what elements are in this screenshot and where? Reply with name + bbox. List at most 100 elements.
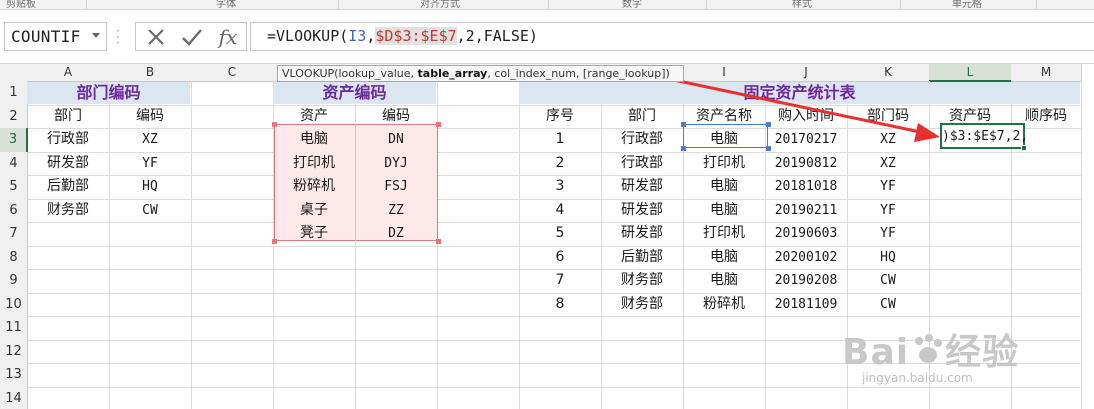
asset-table-cell[interactable]: FSJ [355, 175, 438, 200]
grid-cell[interactable] [191, 316, 274, 341]
grid-cell[interactable] [273, 292, 356, 317]
dept-table-header[interactable]: 部门 [27, 105, 110, 130]
stats-table-cell[interactable]: 6 [519, 246, 602, 271]
stats-table-cell[interactable]: XZ [847, 128, 930, 153]
asset-table-cell[interactable]: 打印机 [273, 152, 356, 177]
row-header-9[interactable]: 9 [0, 269, 28, 294]
grid-cell[interactable] [109, 245, 192, 270]
selection-handle[interactable] [681, 146, 686, 151]
dept-table-cell[interactable]: 财务部 [27, 199, 110, 224]
grid-cell[interactable] [27, 222, 110, 247]
grid-cell[interactable] [519, 316, 602, 341]
asset-table-cell[interactable]: 电脑 [273, 128, 356, 153]
select-all-corner[interactable] [0, 64, 28, 82]
stats-table-cell[interactable]: 打印机 [683, 152, 766, 177]
stats-table-cell[interactable]: YF [847, 175, 930, 200]
dept-table-cell[interactable]: 行政部 [27, 128, 110, 153]
stats-table-cell[interactable]: XZ [847, 152, 930, 177]
grid-cell[interactable] [191, 245, 274, 270]
grid-cell[interactable] [27, 292, 110, 317]
grid-cell[interactable] [601, 363, 684, 388]
grid-cell[interactable] [1011, 269, 1082, 294]
dept-table-title[interactable]: 部门编码 [27, 82, 190, 104]
grid-cell[interactable] [929, 198, 1012, 223]
stats-table-cell[interactable]: 研发部 [601, 175, 684, 200]
grid-cell[interactable] [273, 269, 356, 294]
grid-cell[interactable] [191, 339, 274, 364]
stats-table-cell[interactable]: 研发部 [601, 222, 684, 247]
row-header-5[interactable]: 5 [0, 175, 28, 200]
grid-cell[interactable] [437, 222, 520, 247]
column-header-m[interactable]: M [1011, 64, 1082, 82]
grid-cell[interactable] [1011, 198, 1082, 223]
column-header-b[interactable]: B [109, 64, 192, 82]
stats-table-cell[interactable]: HQ [847, 246, 930, 271]
row-header-10[interactable]: 10 [0, 292, 28, 317]
stats-table-header[interactable]: 序号 [519, 105, 602, 130]
grid-cell[interactable] [191, 198, 274, 223]
stats-table-cell[interactable]: YF [847, 199, 930, 224]
grid-cell[interactable] [1011, 222, 1082, 247]
column-header-l[interactable]: L [929, 64, 1012, 82]
asset-table-cell[interactable]: 粉碎机 [273, 175, 356, 200]
row-header-4[interactable]: 4 [0, 151, 28, 176]
grid-cell[interactable] [929, 292, 1012, 317]
stats-table-cell[interactable]: 20200102 [765, 246, 848, 271]
grid-cell[interactable] [109, 316, 192, 341]
grid-cell[interactable] [437, 151, 520, 176]
grid-cell[interactable] [355, 269, 438, 294]
grid-cell[interactable] [1011, 292, 1082, 317]
stats-table-cell[interactable]: 财务部 [601, 269, 684, 294]
grid-cell[interactable] [437, 292, 520, 317]
stats-table-cell[interactable]: YF [847, 222, 930, 247]
grid-cell[interactable] [191, 386, 274, 409]
grid-cell[interactable] [683, 363, 766, 388]
stats-table-cell[interactable]: 研发部 [601, 199, 684, 224]
grid-cell[interactable] [929, 269, 1012, 294]
grid-cell[interactable] [683, 386, 766, 409]
asset-table-title[interactable]: 资产编码 [273, 82, 436, 104]
stats-table-title[interactable]: 固定资产统计表 [519, 82, 1080, 104]
grid-cell[interactable] [273, 316, 356, 341]
cancel-button[interactable] [138, 23, 174, 50]
asset-table-cell[interactable]: ZZ [355, 199, 438, 224]
grid-cell[interactable] [355, 386, 438, 409]
stats-table-cell[interactable]: 20181109 [765, 293, 848, 318]
stats-table-cell[interactable]: 2 [519, 152, 602, 177]
formula-input[interactable]: =VLOOKUP(I3,$D$3:$E$7,2,FALSE) [250, 22, 1094, 51]
grid-cell[interactable] [355, 363, 438, 388]
row-header-1[interactable]: 1 [0, 81, 28, 106]
grid-cell[interactable] [765, 386, 848, 409]
grid-cell[interactable] [437, 198, 520, 223]
grid-cell[interactable] [191, 81, 274, 106]
insert-function-button[interactable]: fx [210, 23, 246, 50]
grid-cell[interactable] [437, 175, 520, 200]
stats-table-cell[interactable]: 电脑 [683, 199, 766, 224]
column-header-c[interactable]: C [191, 64, 274, 82]
ribbon-group-styles[interactable]: 样式 [792, 0, 812, 9]
grid-cell[interactable] [765, 339, 848, 364]
stats-table-cell[interactable]: 5 [519, 222, 602, 247]
ribbon-group-cells[interactable]: 单元格 [952, 0, 982, 9]
row-header-13[interactable]: 13 [0, 363, 28, 388]
dept-table-header[interactable]: 编码 [109, 105, 192, 130]
grid-cell[interactable] [355, 316, 438, 341]
stats-table-cell[interactable]: 20190603 [765, 222, 848, 247]
grid-cell[interactable] [519, 339, 602, 364]
stats-table-cell[interactable]: 3 [519, 175, 602, 200]
grid-cell[interactable] [109, 339, 192, 364]
grid-cell[interactable] [109, 222, 192, 247]
grid-cell[interactable] [765, 363, 848, 388]
stats-table-cell[interactable]: 20190812 [765, 152, 848, 177]
grid-cell[interactable] [273, 339, 356, 364]
asset-table-cell[interactable]: DYJ [355, 152, 438, 177]
stats-table-cell[interactable]: 行政部 [601, 152, 684, 177]
grid-cell[interactable] [437, 316, 520, 341]
grid-cell[interactable] [191, 222, 274, 247]
grid-cell[interactable] [437, 104, 520, 129]
grid-cell[interactable] [109, 363, 192, 388]
stats-table-cell[interactable]: 行政部 [601, 128, 684, 153]
selection-handle[interactable] [681, 122, 686, 127]
grid-cell[interactable] [191, 292, 274, 317]
column-header-k[interactable]: K [847, 64, 930, 82]
